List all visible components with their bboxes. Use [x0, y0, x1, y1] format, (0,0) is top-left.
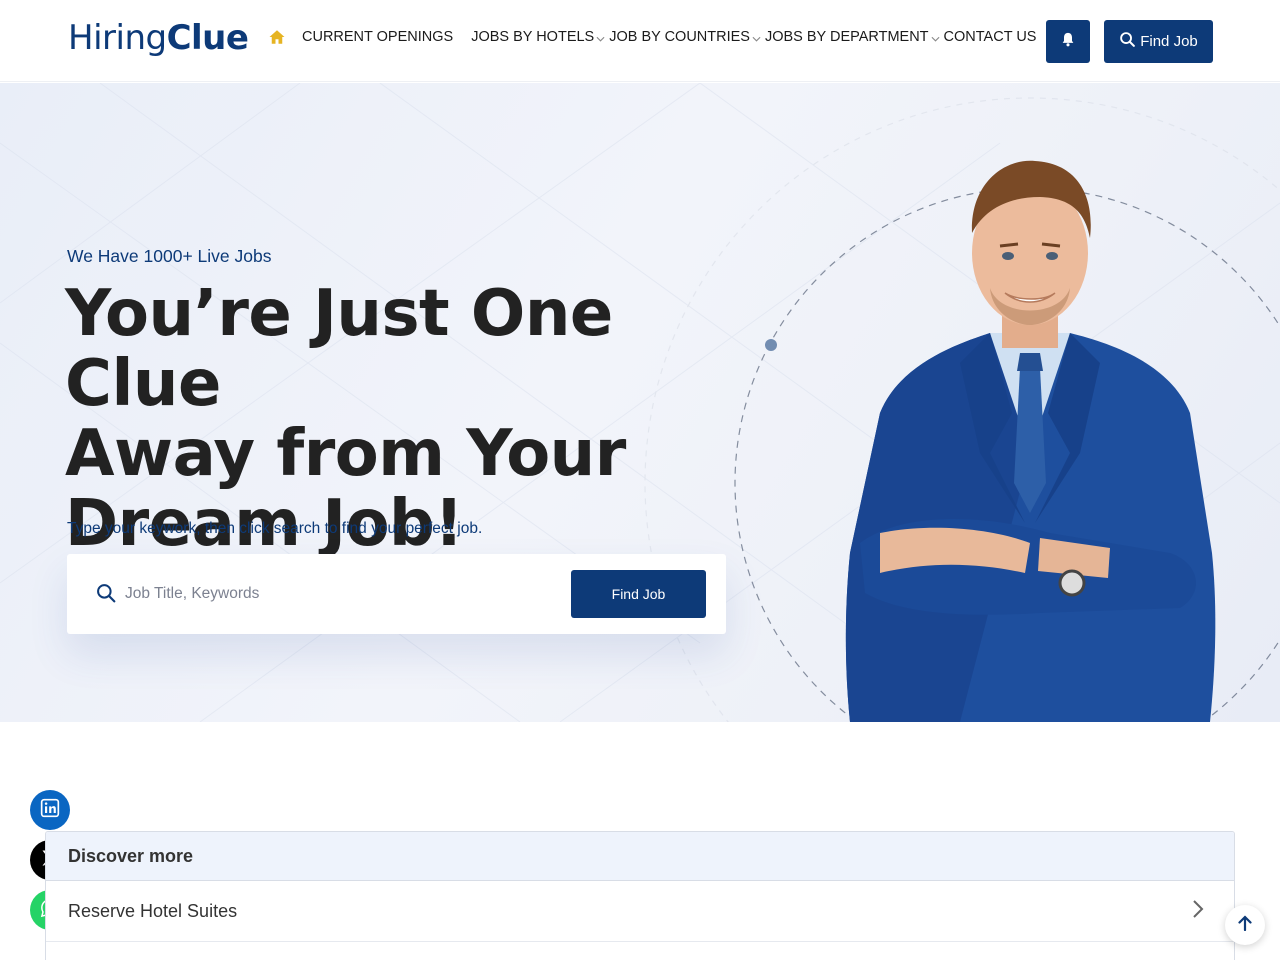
- hero-hint: Type your keywork, then click search to …: [67, 520, 483, 537]
- logo-part-clue: Clue: [166, 18, 249, 58]
- linkedin-icon: [40, 798, 60, 823]
- discover-more-panel: Discover more Reserve Hotel Suites: [45, 831, 1235, 960]
- search-icon: [96, 583, 116, 608]
- hero-title-line-2: Away from Your: [65, 417, 626, 491]
- header-find-job-label: Find Job: [1140, 33, 1198, 50]
- chevron-right-icon: [1192, 899, 1204, 924]
- nav-jobs-by-hotels[interactable]: JOBS BY HOTELS: [471, 29, 605, 45]
- nav-current-openings[interactable]: CURRENT OPENINGS: [302, 29, 453, 45]
- bell-icon: [1060, 31, 1076, 53]
- site-header: HiringClue CURRENT OPENINGS JOBS BY HOTE…: [0, 0, 1280, 82]
- job-search-bar: Find Job: [67, 554, 726, 634]
- discover-item-label: Reserve Hotel Suites: [68, 900, 238, 921]
- hero-title-line-1: You’re Just One Clue: [65, 277, 613, 421]
- chevron-down-icon: [752, 34, 761, 44]
- nav-current-openings-label: CURRENT OPENINGS: [302, 29, 454, 45]
- home-icon[interactable]: [268, 28, 286, 46]
- nav-job-by-countries-label: JOB BY COUNTRIES: [609, 29, 750, 45]
- hero-subtitle: We Have 1000+ Live Jobs: [67, 246, 272, 266]
- search-icon: [1119, 31, 1136, 52]
- arrow-up-icon: [1238, 914, 1252, 936]
- nav-contact-us-label: CONTACT US: [943, 29, 1037, 45]
- hero-person-image: [845, 160, 1216, 722]
- notifications-button[interactable]: [1046, 20, 1090, 63]
- discover-item-reserve-hotel-suites[interactable]: Reserve Hotel Suites: [46, 881, 1234, 942]
- hero-title: You’re Just One Clue Away from Your Drea…: [65, 279, 745, 559]
- chevron-down-icon: [931, 34, 940, 44]
- linkedin-link[interactable]: [30, 790, 70, 830]
- discover-more-heading: Discover more: [46, 832, 1234, 881]
- logo-part-hiring: Hiring: [68, 18, 167, 58]
- main-nav: CURRENT OPENINGS JOBS BY HOTELS JOB BY C…: [268, 28, 1054, 46]
- hero-section: We Have 1000+ Live Jobs You’re Just One …: [0, 83, 1280, 722]
- nav-jobs-by-department-label: JOBS BY DEPARTMENT: [764, 29, 929, 45]
- nav-contact-us[interactable]: CONTACT US: [944, 29, 1037, 45]
- site-logo[interactable]: HiringClue: [68, 18, 249, 58]
- nav-jobs-by-hotels-label: JOBS BY HOTELS: [471, 29, 595, 45]
- header-find-job-button[interactable]: Find Job: [1104, 20, 1213, 63]
- nav-jobs-by-department[interactable]: JOBS BY DEPARTMENT: [764, 29, 940, 45]
- job-search-input[interactable]: [125, 578, 545, 610]
- nav-job-by-countries[interactable]: JOB BY COUNTRIES: [609, 29, 761, 45]
- scroll-to-top-button[interactable]: [1225, 905, 1265, 945]
- hero-find-job-button[interactable]: Find Job: [571, 570, 706, 618]
- chevron-down-icon: [596, 34, 605, 44]
